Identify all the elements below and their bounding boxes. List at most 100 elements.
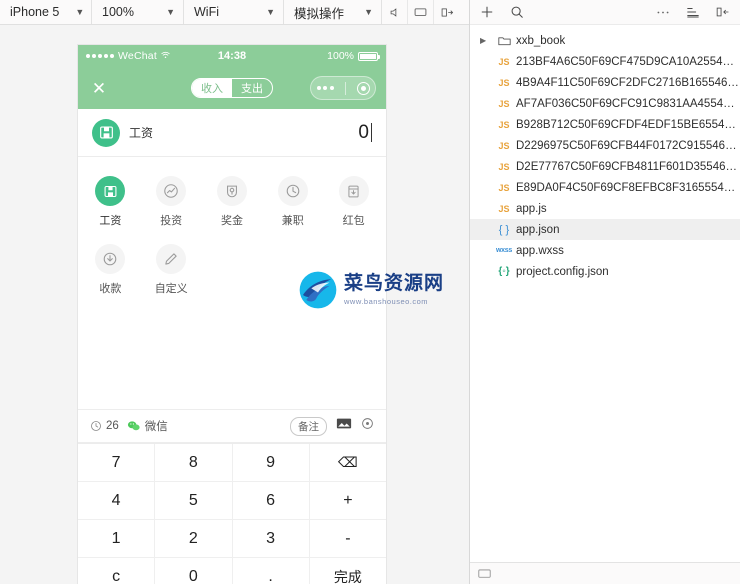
tree-item-file[interactable]: JS B928B712C50F69CFDF4EDF15BE65546… bbox=[470, 114, 740, 135]
keypad-row: c 0 . 完成 bbox=[78, 558, 386, 584]
chevron-down-icon: ▼ bbox=[75, 6, 85, 17]
redpacket-icon bbox=[338, 176, 369, 206]
close-icon[interactable]: ✕ bbox=[88, 77, 110, 99]
device-select-value: iPhone 5 bbox=[10, 5, 60, 19]
key-8[interactable]: 8 bbox=[155, 444, 233, 481]
category-item-bonus[interactable]: 奖金 bbox=[202, 169, 263, 237]
network-select[interactable]: WiFi ▼ bbox=[184, 0, 284, 24]
category-item-parttime[interactable]: 兼职 bbox=[262, 169, 323, 237]
image-icon[interactable] bbox=[336, 417, 352, 435]
mute-icon[interactable] bbox=[382, 0, 408, 24]
key-4[interactable]: 4 bbox=[78, 482, 156, 519]
js-file-icon: JS bbox=[498, 161, 510, 172]
clock-icon bbox=[277, 176, 308, 206]
chevron-down-icon: ▼ bbox=[266, 6, 275, 17]
file-name: D2E77767C50F69CFB4811F601D355464.js bbox=[516, 160, 740, 173]
tree-item-file[interactable]: JS D2E77767C50F69CFB4811F601D355464.js bbox=[470, 156, 740, 177]
note-button[interactable]: 备注 bbox=[290, 416, 327, 436]
tree-item-file[interactable]: JS E89DA0F4C50F69CF8EFBC8F31655546… bbox=[470, 177, 740, 198]
tree-item-app-json[interactable]: { } app.json bbox=[470, 219, 740, 240]
folder-icon bbox=[492, 35, 516, 46]
search-icon[interactable] bbox=[510, 5, 524, 19]
entry-meta-bar: 26 微信 备注 bbox=[78, 409, 386, 443]
tree-item-file[interactable]: JS D2296975C50F69CFB44F0172C9155464.js bbox=[470, 135, 740, 156]
date-selector[interactable]: 26 bbox=[90, 420, 119, 432]
content-spacer bbox=[78, 309, 386, 409]
account-selector[interactable]: 微信 bbox=[127, 418, 168, 434]
chevron-right-icon[interactable]: ▶ bbox=[480, 36, 492, 45]
key-backspace[interactable]: ⌫ bbox=[310, 444, 386, 481]
amount-category-label: 工资 bbox=[129, 126, 154, 140]
key-9[interactable]: 9 bbox=[233, 444, 310, 481]
key-5[interactable]: 5 bbox=[155, 482, 233, 519]
target-icon[interactable] bbox=[356, 81, 370, 95]
segment-expense[interactable]: 支出 bbox=[232, 79, 272, 97]
key-done[interactable]: 完成 bbox=[310, 558, 386, 584]
category-label: 自定义 bbox=[154, 283, 188, 295]
explorer-toolbar bbox=[470, 0, 740, 25]
zoom-select-value: 100% bbox=[102, 5, 134, 19]
more-icon[interactable] bbox=[316, 86, 334, 90]
clock-icon bbox=[91, 421, 101, 431]
tree-item-file[interactable]: JS 4B9A4F11C50F69CF2DFC2716B1655464.js bbox=[470, 72, 740, 93]
key-clear[interactable]: c bbox=[78, 558, 156, 584]
ellipsis-icon[interactable] bbox=[656, 10, 670, 15]
sort-icon[interactable] bbox=[686, 6, 700, 18]
category-label: 收款 bbox=[99, 283, 122, 295]
capsule-divider bbox=[344, 81, 346, 95]
download-icon bbox=[95, 244, 126, 274]
tree-item-folder[interactable]: ▶ xxb_book bbox=[470, 30, 740, 51]
category-label: 投资 bbox=[160, 215, 183, 227]
tree-item-app-js[interactable]: JS app.js bbox=[470, 198, 740, 219]
category-item-receive[interactable]: 收款 bbox=[80, 237, 141, 305]
amount-value[interactable]: 0 bbox=[358, 122, 372, 144]
key-plus[interactable]: + bbox=[310, 482, 386, 519]
key-6[interactable]: 6 bbox=[233, 482, 310, 519]
key-2[interactable]: 2 bbox=[155, 520, 233, 557]
screen-icon[interactable] bbox=[408, 0, 434, 24]
js-file-icon: JS bbox=[498, 182, 510, 193]
account-label: 微信 bbox=[144, 421, 168, 433]
plus-icon[interactable] bbox=[480, 5, 494, 19]
device-select[interactable]: iPhone 5 ▼ bbox=[0, 0, 92, 24]
key-3[interactable]: 3 bbox=[233, 520, 310, 557]
file-name: 4B9A4F11C50F69CF2DFC2716B1655464.js bbox=[516, 76, 740, 89]
key-minus[interactable]: - bbox=[310, 520, 386, 557]
battery-percent-label: 100% bbox=[327, 50, 354, 62]
phone-simulator: WeChat 14:38 100% ✕ 收入 支出 工资 0 工资 投资 奖金 … bbox=[78, 45, 386, 584]
tree-item-project-config[interactable]: {◦} project.config.json bbox=[470, 261, 740, 282]
category-item-investment[interactable]: 投资 bbox=[141, 169, 202, 237]
file-name: app.js bbox=[516, 202, 547, 215]
medal-icon bbox=[216, 176, 247, 206]
simulator-toolbar: iPhone 5 ▼ 100% ▼ WiFi ▼ 模拟操作 ▼ bbox=[0, 0, 469, 25]
key-0[interactable]: 0 bbox=[155, 558, 233, 584]
file-name: app.json bbox=[516, 223, 560, 236]
panel-right-icon[interactable] bbox=[434, 0, 460, 24]
zoom-select[interactable]: 100% ▼ bbox=[92, 0, 184, 24]
tree-item-file[interactable]: JS 213BF4A6C50F69CF475D9CA10A255464.js bbox=[470, 51, 740, 72]
explorer-status-bar bbox=[470, 562, 740, 584]
trend-icon bbox=[156, 176, 187, 206]
key-dot[interactable]: . bbox=[233, 558, 310, 584]
wechat-capsule[interactable] bbox=[310, 76, 376, 100]
tree-item-file[interactable]: JS AF7AF036C50F69CFC91C9831AA45546… bbox=[470, 93, 740, 114]
category-item-custom[interactable]: 自定义 bbox=[141, 237, 202, 305]
key-1[interactable]: 1 bbox=[78, 520, 156, 557]
amount-input-row[interactable]: 工资 0 bbox=[78, 109, 386, 157]
category-item-salary[interactable]: 工资 bbox=[80, 169, 141, 237]
file-name: app.wxss bbox=[516, 244, 564, 257]
amount-value-text: 0 bbox=[358, 121, 369, 143]
segment-income[interactable]: 收入 bbox=[192, 79, 232, 97]
js-file-icon: JS bbox=[498, 140, 510, 151]
simulate-action-select[interactable]: 模拟操作 ▼ bbox=[284, 0, 382, 24]
panel-left-icon[interactable] bbox=[716, 6, 730, 18]
network-select-value: WiFi bbox=[194, 5, 219, 19]
key-7[interactable]: 7 bbox=[78, 444, 156, 481]
chevron-down-icon: ▼ bbox=[364, 6, 373, 17]
location-icon[interactable] bbox=[361, 417, 374, 435]
file-tree: ▶ xxb_book JS 213BF4A6C50F69CF475D9CA10A… bbox=[470, 25, 740, 562]
category-item-redpacket[interactable]: 红包 bbox=[323, 169, 384, 237]
tree-item-app-wxss[interactable]: wxss app.wxss bbox=[470, 240, 740, 261]
income-expense-toggle[interactable]: 收入 支出 bbox=[191, 78, 273, 98]
battery-icon bbox=[358, 51, 380, 61]
